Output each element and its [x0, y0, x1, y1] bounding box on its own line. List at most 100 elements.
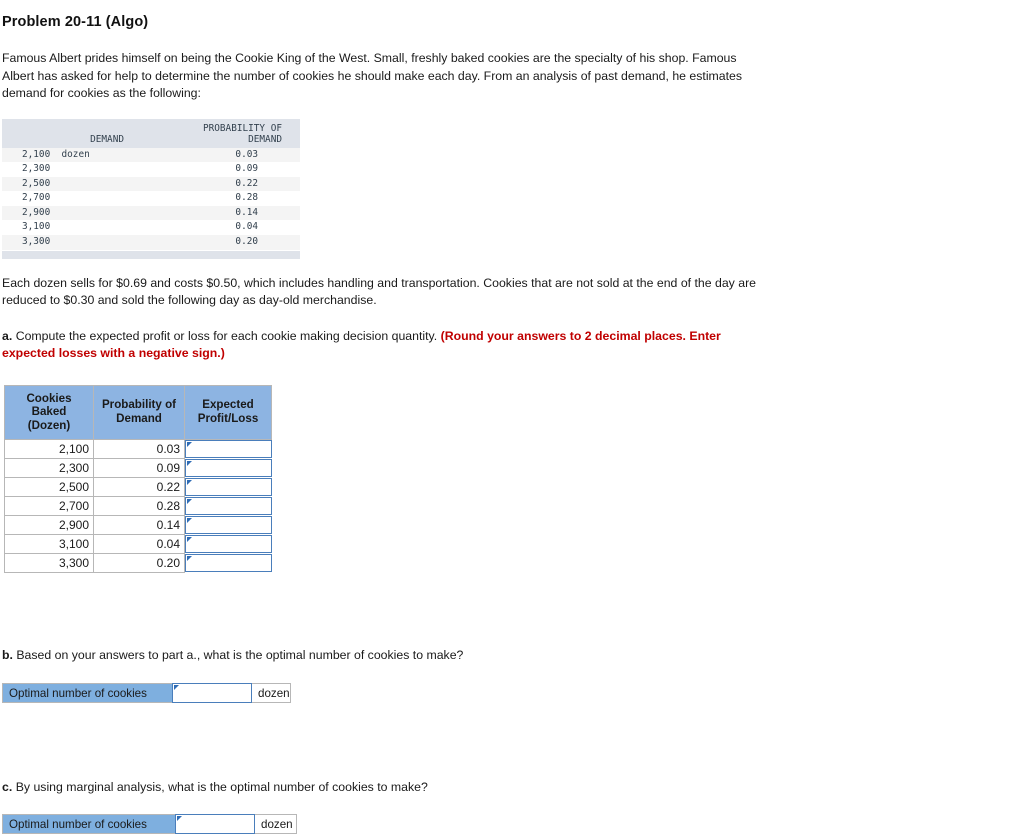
expected-profit-input[interactable] [186, 498, 271, 515]
exhibit-probability-value: 0.04 [235, 221, 258, 233]
problem-page: Problem 20-11 (Algo) Famous Albert pride… [0, 0, 1024, 835]
exhibit-header-row: DEMAND PROBABILITY OF DEMAND [2, 118, 300, 148]
expected-profit-input[interactable] [186, 479, 271, 496]
exhibit-demand-value: 2,700 [22, 192, 51, 204]
table-row: 3,300 0.20 [4, 553, 272, 574]
part-b-answer-row: Optimal number of cookies dozen [2, 682, 1024, 703]
table-row: 2,300 0.09 [4, 458, 272, 479]
part-c-question: c. By using marginal analysis, what is t… [2, 779, 1024, 797]
expected-profit-cell [185, 440, 272, 459]
part-c-label: c. [2, 779, 13, 794]
header-probability-of-demand: Probability of Demand [93, 384, 185, 441]
table-row: 2,100 dozen 0.03 [2, 147, 300, 163]
expected-profit-input[interactable] [186, 536, 271, 553]
expected-profit-cell [185, 535, 272, 554]
answer-table-header-row: Cookies Baked (Dozen) Probability of Dem… [4, 384, 272, 441]
exhibit-demand-value: 3,100 [22, 221, 51, 233]
header-expected-line1: Expected [202, 398, 254, 412]
header-probability-line2: Demand [116, 411, 162, 425]
part-b-unit-label: dozen [252, 682, 291, 703]
exhibit-demand-value: 2,100 dozen [2, 147, 153, 163]
table-row: 2,100 0.03 [4, 439, 272, 460]
exhibit-demand-value: 2,500 [2, 176, 153, 192]
cookies-baked-value: 2,500 [4, 477, 94, 498]
exhibit-header-probability: PROBABILITY OF DEMAND [153, 118, 300, 148]
probability-value: 0.22 [93, 477, 185, 498]
table-row: 2,900 0.14 [2, 205, 300, 221]
probability-value: 0.09 [93, 458, 185, 479]
expected-profit-field-wrapper[interactable] [185, 440, 272, 459]
exhibit-header-probability-line2: DEMAND [248, 133, 282, 145]
exhibit-probability-value: 0.22 [153, 176, 300, 192]
expected-profit-cell [185, 497, 272, 516]
probability-value: 0.03 [93, 439, 185, 460]
header-cookies-baked: Cookies Baked (Dozen) [4, 384, 94, 441]
exhibit-probability-value: 0.14 [153, 205, 300, 221]
expected-profit-table: Cookies Baked (Dozen) Probability of Dem… [4, 384, 272, 574]
table-row: 3,300 0.20 [2, 235, 300, 251]
expected-profit-input[interactable] [186, 555, 271, 572]
expected-profit-cell [185, 516, 272, 535]
page-title: Problem 20-11 (Algo) [2, 14, 149, 30]
part-b-section: b. Based on your answers to part a., wha… [2, 647, 1024, 703]
part-c-row-label: Optimal number of cookies [2, 814, 175, 835]
table-row: 2,700 0.28 [4, 496, 272, 517]
part-c-answer-row: Optimal number of cookies dozen [2, 814, 1024, 835]
probability-value: 0.14 [93, 515, 185, 536]
probability-value: 0.04 [93, 534, 185, 555]
table-row: 2,500 0.22 [2, 176, 300, 192]
part-a-question: a. Compute the expected profit or loss f… [2, 328, 758, 363]
header-probability-line1: Probability of [101, 398, 177, 412]
expected-profit-field-wrapper[interactable] [185, 459, 272, 478]
cookies-baked-value: 2,700 [4, 496, 94, 517]
expected-profit-field-wrapper[interactable] [185, 535, 272, 554]
expected-profit-input[interactable] [186, 517, 271, 534]
probability-value: 0.28 [93, 496, 185, 517]
expected-profit-input[interactable] [186, 441, 271, 458]
cookies-baked-value: 3,300 [4, 553, 94, 574]
exhibit-probability-value: 0.03 [153, 147, 300, 163]
exhibit-probability-value: 0.09 [235, 163, 258, 175]
intro-paragraph: Famous Albert prides himself on being th… [2, 51, 743, 100]
probability-value: 0.20 [93, 553, 185, 574]
expected-profit-cell [185, 478, 272, 497]
exhibit-footer-bar [2, 249, 300, 259]
expected-profit-field-wrapper[interactable] [185, 478, 272, 497]
part-a-text: Compute the expected profit or loss for … [15, 328, 438, 343]
cookies-baked-value: 2,900 [4, 515, 94, 536]
exhibit-footer-row [2, 249, 300, 259]
part-c-unit-label: dozen [255, 814, 297, 835]
header-expected-profit-loss: Expected Profit/Loss [184, 384, 272, 441]
table-row: 2,900 0.14 [4, 515, 272, 536]
header-cookies-baked-line3: (Dozen) [27, 418, 71, 432]
part-b-optimal-cookies-input[interactable] [173, 683, 251, 702]
expected-profit-cell [185, 459, 272, 478]
part-c-input-wrapper[interactable] [175, 814, 255, 835]
demand-exhibit-table: DEMAND PROBABILITY OF DEMAND 2,100 dozen … [2, 118, 300, 259]
table-row: 3,100 0.04 [4, 534, 272, 555]
cookies-baked-value: 3,100 [4, 534, 94, 555]
exhibit-header-demand: DEMAND [2, 118, 153, 148]
expected-profit-field-wrapper[interactable] [185, 554, 272, 573]
expected-profit-cell [185, 554, 272, 573]
table-row: 2,300 0.09 [2, 162, 300, 177]
part-b-row-label: Optimal number of cookies [2, 682, 172, 703]
header-expected-line2: Profit/Loss [197, 411, 259, 425]
cookies-baked-value: 2,300 [4, 458, 94, 479]
part-b-question: b. Based on your answers to part a., wha… [2, 647, 1024, 665]
table-row: 2,500 0.22 [4, 477, 272, 498]
part-c-section: c. By using marginal analysis, what is t… [2, 779, 1024, 835]
part-b-input-wrapper[interactable] [172, 682, 252, 703]
expected-profit-input[interactable] [186, 460, 271, 477]
exhibit-probability-value: 0.28 [235, 192, 258, 204]
part-a-label: a. [2, 328, 13, 343]
exhibit-demand-value: 2,900 [2, 205, 153, 221]
exhibit-probability-value: 0.20 [153, 235, 300, 251]
header-cookies-baked-line1: Cookies [26, 391, 72, 405]
expected-profit-field-wrapper[interactable] [185, 497, 272, 516]
expected-profit-field-wrapper[interactable] [185, 516, 272, 535]
table-row: 3,100 0.04 [2, 220, 300, 235]
header-cookies-baked-line2: Baked [31, 405, 67, 419]
part-b-label: b. [2, 648, 13, 663]
exhibit-header-probability-line1: PROBABILITY OF [202, 122, 282, 134]
